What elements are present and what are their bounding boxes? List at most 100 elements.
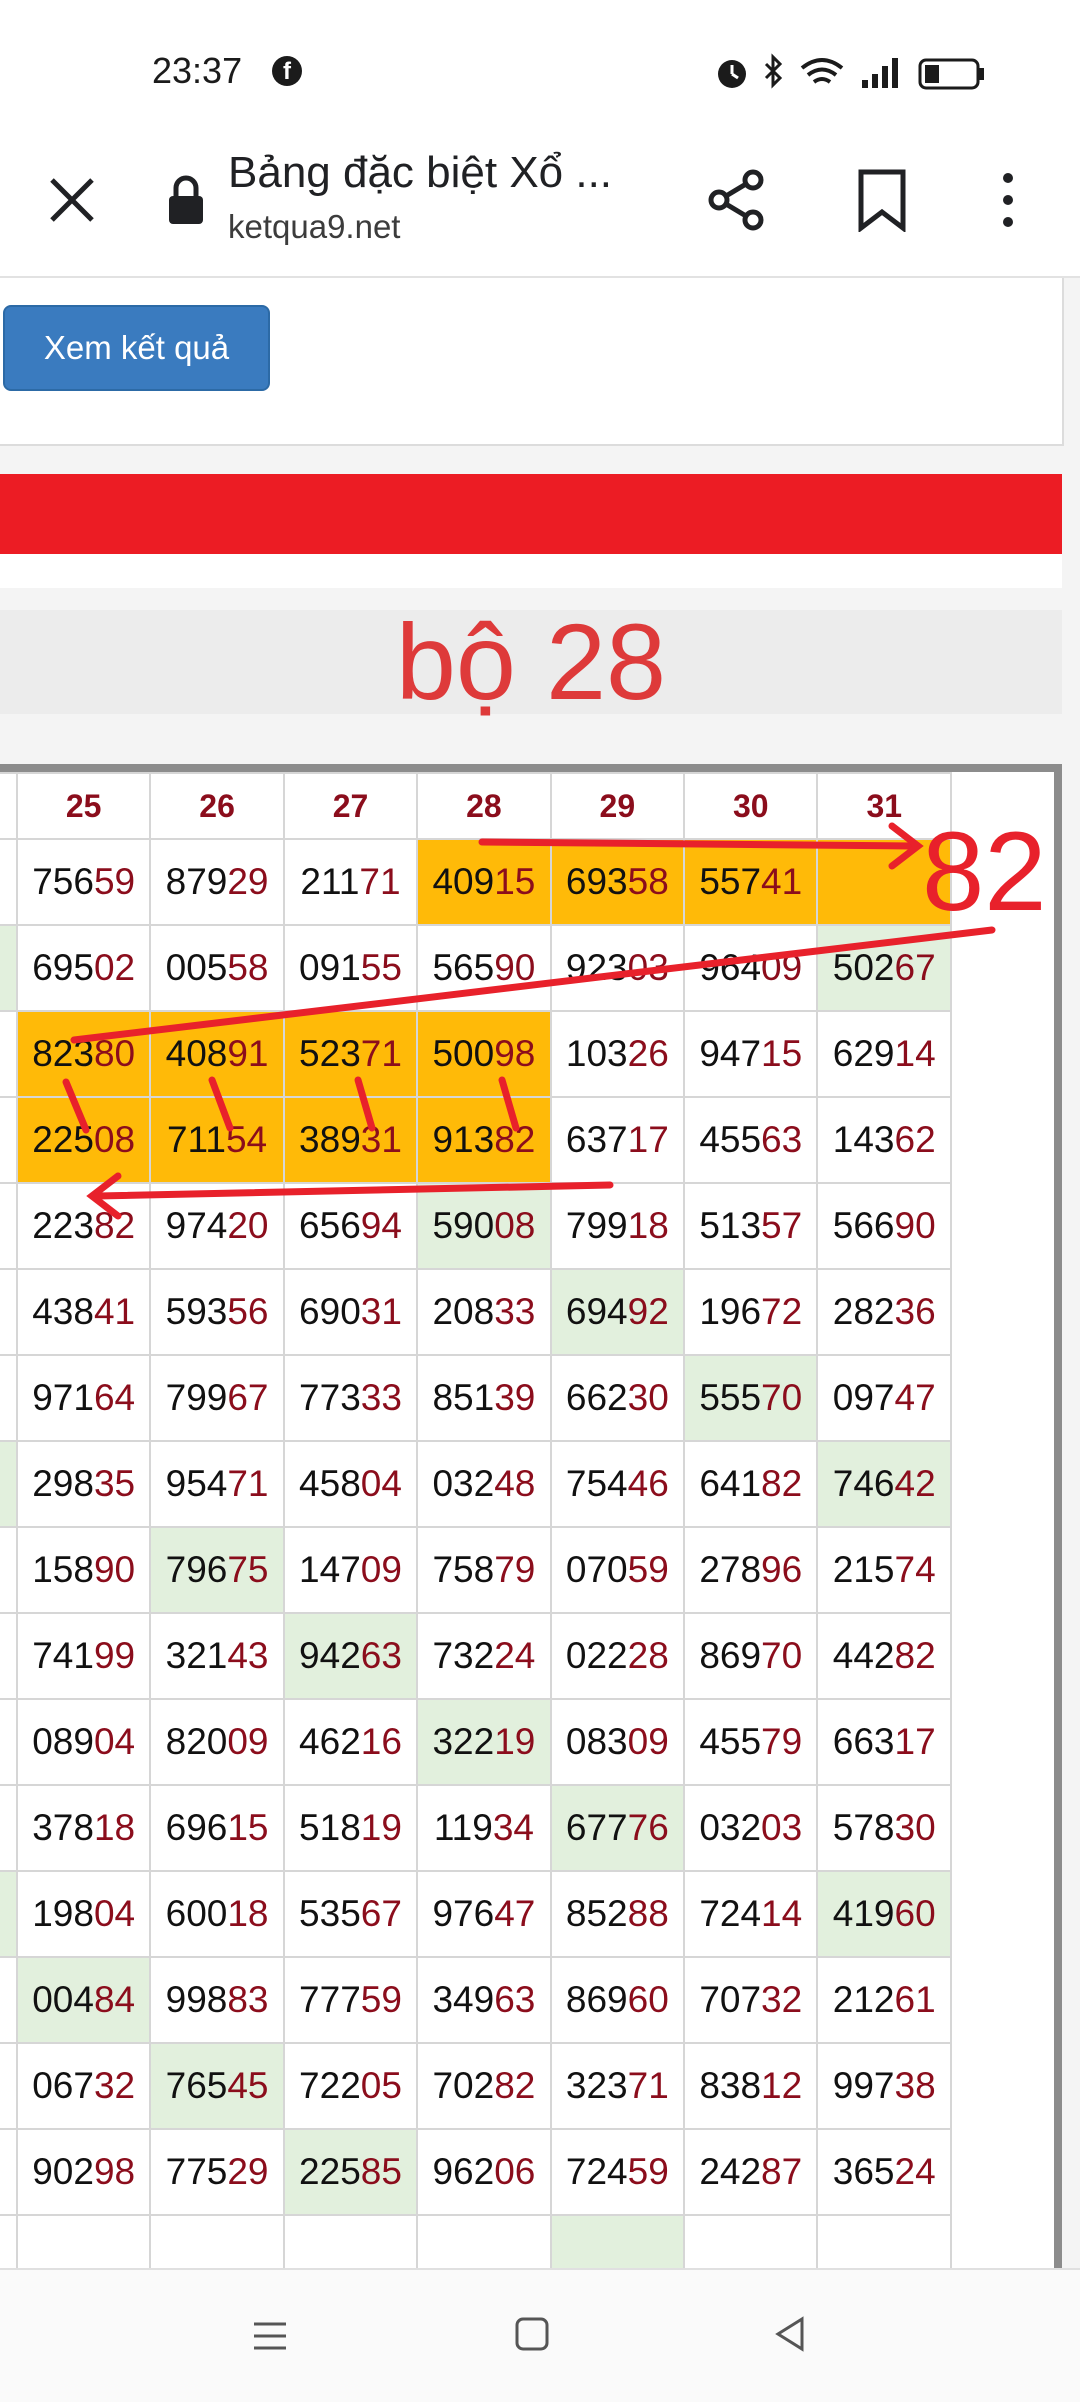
cell-tail-digits: 38 bbox=[894, 2065, 936, 2106]
share-icon[interactable] bbox=[705, 168, 769, 232]
cell-head-digits: 322 bbox=[432, 1721, 495, 1762]
view-results-button[interactable]: Xem kết quả bbox=[3, 305, 270, 391]
result-cell: 41960 bbox=[816, 1870, 952, 1958]
table-row: 0722508711543893191382637174556314362 bbox=[0, 1096, 952, 1184]
cell-tail-digits: 83 bbox=[227, 1979, 269, 2020]
result-cell: 71154 bbox=[149, 1096, 285, 1184]
cell-head-digits: 500 bbox=[432, 1033, 495, 1074]
cell-head-digits: 998 bbox=[165, 1979, 228, 2020]
cell-head-digits: 913 bbox=[432, 1119, 495, 1160]
cell-tail-digits: 04 bbox=[93, 1721, 136, 1762]
result-cell: 27896 bbox=[683, 1526, 819, 1614]
home-icon[interactable] bbox=[512, 2314, 552, 2354]
cell-tail-digits: 03 bbox=[761, 1807, 803, 1848]
cell-head-digits: 212 bbox=[832, 1979, 895, 2020]
cell-head-digits: 758 bbox=[432, 1549, 495, 1590]
status-bar: 23:37 f bbox=[0, 0, 1080, 130]
result-cell: 99738 bbox=[816, 2042, 952, 2130]
cell-head-digits: 696 bbox=[165, 1807, 228, 1848]
result-cell: 66317 bbox=[816, 1698, 952, 1786]
back-icon[interactable] bbox=[770, 2314, 810, 2354]
cell-head-digits: 656 bbox=[299, 1205, 361, 1246]
result-cell: 34963 bbox=[416, 1956, 552, 2044]
cell-tail-digits: 72 bbox=[761, 1291, 803, 1332]
cell-tail-digits: 48 bbox=[494, 1463, 536, 1504]
result-cell: 72459 bbox=[549, 2128, 686, 2216]
result-cell: 60018 bbox=[149, 1870, 285, 1958]
result-cell: 21261 bbox=[816, 1956, 952, 2044]
cell-head-digits: 147 bbox=[299, 1549, 361, 1590]
cell-head-digits: 641 bbox=[699, 1463, 762, 1504]
table-row: 5508904820094621632219083094557966317 bbox=[0, 1698, 952, 1786]
cell-tail-digits: 14 bbox=[761, 1893, 803, 1934]
facebook-icon: f bbox=[272, 56, 302, 86]
column-header: 25 bbox=[15, 772, 152, 840]
cell-tail-digits: 24 bbox=[494, 1635, 536, 1676]
cell-head-digits: 438 bbox=[32, 1291, 94, 1332]
cell-head-digits: 298 bbox=[32, 1463, 94, 1504]
result-cell bbox=[149, 2214, 285, 2268]
cell-head-digits: 555 bbox=[699, 1377, 762, 1418]
cell-tail-digits: 79 bbox=[761, 1721, 803, 1762]
cell-tail-digits: 82 bbox=[894, 1635, 936, 1676]
cell-head-digits: 663 bbox=[832, 1721, 895, 1762]
cell-tail-digits: 31 bbox=[360, 1119, 402, 1160]
cell-head-digits: 409 bbox=[432, 861, 495, 902]
more-menu-icon[interactable] bbox=[988, 168, 1028, 232]
result-cell bbox=[816, 838, 952, 926]
result-cell: 15890 bbox=[15, 1526, 152, 1614]
cell-tail-digits: 63 bbox=[494, 1979, 536, 2020]
cell-head-digits: 637 bbox=[565, 1119, 628, 1160]
page-url[interactable]: ketqua9.net bbox=[228, 208, 400, 246]
cell-tail-digits: 18 bbox=[93, 1807, 136, 1848]
result-cell: 95471 bbox=[149, 1440, 285, 1528]
cell-tail-digits: 58 bbox=[627, 861, 669, 902]
cell-tail-digits: 70 bbox=[761, 1635, 803, 1676]
cell-tail-digits: 35 bbox=[93, 1463, 136, 1504]
page-title[interactable]: Bảng đặc biệt Xổ ... bbox=[228, 148, 648, 198]
cell-tail-digits: 82 bbox=[93, 1205, 136, 1246]
recent-apps-icon[interactable] bbox=[250, 2316, 290, 2356]
cell-head-digits: 208 bbox=[432, 1291, 495, 1332]
bookmark-icon[interactable] bbox=[855, 168, 909, 232]
result-cell: 53567 bbox=[282, 1870, 419, 1958]
result-cell: 24287 bbox=[683, 2128, 819, 2216]
cell-head-digits: 823 bbox=[32, 1033, 94, 1074]
result-cell: 09155 bbox=[282, 924, 419, 1012]
cell-head-digits: 566 bbox=[832, 1205, 895, 1246]
cell-tail-digits: 20 bbox=[227, 1205, 269, 1246]
close-icon[interactable] bbox=[46, 174, 98, 226]
result-cell: 03203 bbox=[683, 1784, 819, 1872]
result-cell: 64182 bbox=[683, 1440, 819, 1528]
result-cell: 42 bbox=[0, 838, 18, 926]
cell-tail-digits: 12 bbox=[761, 2065, 803, 2106]
cell-head-digits: 707 bbox=[699, 1979, 762, 2020]
table-row: 6769502005580915556590923039640950267 bbox=[0, 924, 952, 1012]
cell-tail-digits: 88 bbox=[627, 1893, 669, 1934]
cell-head-digits: 962 bbox=[432, 2151, 495, 2192]
cell-head-digits: 677 bbox=[565, 1807, 628, 1848]
cell-head-digits: 971 bbox=[32, 1377, 94, 1418]
result-cell: 21574 bbox=[816, 1526, 952, 1614]
cell-tail-digits: 19 bbox=[494, 1721, 536, 1762]
cell-head-digits: 954 bbox=[165, 1463, 228, 1504]
cell-tail-digits: 59 bbox=[93, 861, 136, 902]
cell-tail-digits: 82 bbox=[494, 1119, 536, 1160]
battery-icon bbox=[918, 58, 984, 90]
cell-head-digits: 942 bbox=[299, 1635, 361, 1676]
lock-icon[interactable] bbox=[166, 174, 206, 226]
cell-head-digits: 518 bbox=[299, 1807, 361, 1848]
cell-tail-digits: 31 bbox=[360, 1291, 402, 1332]
table-row: 7043841593566903120833694921967228236 bbox=[0, 1268, 952, 1356]
cell-tail-digits: 90 bbox=[894, 1205, 936, 1246]
cell-head-digits: 442 bbox=[832, 1635, 895, 1676]
column-header: 31 bbox=[816, 772, 952, 840]
cell-tail-digits: 36 bbox=[894, 1291, 936, 1332]
result-cell: 74199 bbox=[15, 1612, 152, 1700]
cell-tail-digits: 39 bbox=[494, 1377, 536, 1418]
cell-tail-digits: 87 bbox=[761, 2151, 803, 2192]
table-row: 3797164799677733385139662305557009747 bbox=[0, 1354, 952, 1442]
cell-head-digits: 143 bbox=[832, 1119, 895, 1160]
result-cell: 41 bbox=[0, 1956, 18, 2044]
cell-head-digits: 799 bbox=[165, 1377, 228, 1418]
